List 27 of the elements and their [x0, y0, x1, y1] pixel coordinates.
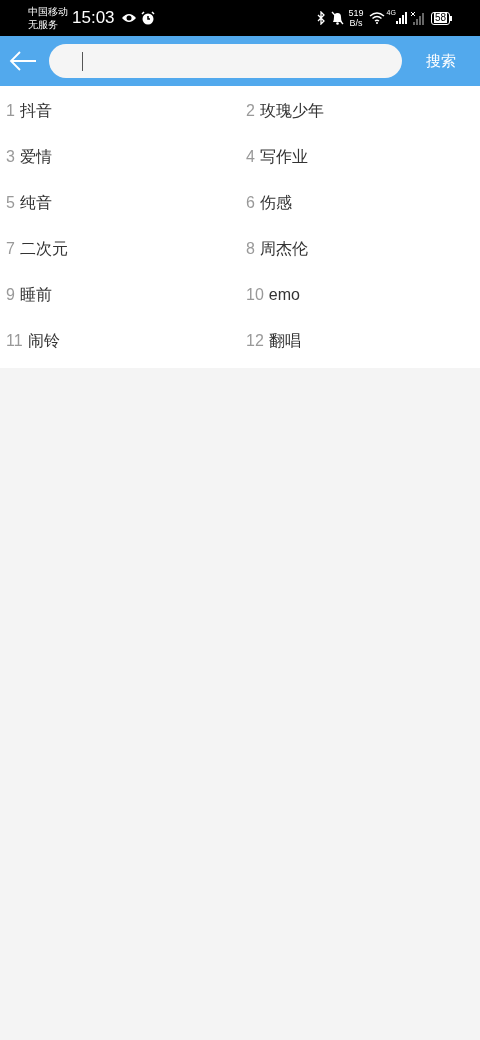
no-signal-icon [410, 11, 425, 25]
hot-search-item[interactable]: 10 emo [240, 272, 480, 318]
speed-unit-text: B/s [349, 18, 363, 28]
hot-search-item[interactable]: 9 睡前 [0, 272, 240, 318]
hot-search-item[interactable]: 4 写作业 [240, 134, 480, 180]
clock-text: 15:03 [72, 7, 115, 30]
hot-search-item[interactable]: 12 翻唱 [240, 318, 480, 364]
speed-text: 519 [348, 8, 364, 18]
hot-search-item[interactable]: 8 周杰伦 [240, 226, 480, 272]
alarm-icon [140, 11, 155, 25]
hot-search-item[interactable]: 1 抖音 [0, 88, 240, 134]
hot-search-item[interactable]: 2 玫瑰少年 [240, 88, 480, 134]
eye-icon [120, 12, 137, 24]
battery-text: 58 [433, 13, 447, 23]
muted-bell-icon [330, 11, 344, 25]
signal-icon [395, 12, 408, 24]
carrier-text: 中国移动 [28, 5, 68, 18]
hot-search-item[interactable]: 7 二次元 [0, 226, 240, 272]
hot-search-item[interactable]: 6 伤感 [240, 180, 480, 226]
hot-search-item[interactable]: 11 闹铃 [0, 318, 240, 364]
wifi-icon [368, 12, 385, 24]
hot-search-item[interactable]: 3 爱情 [0, 134, 240, 180]
back-arrow-icon [9, 51, 37, 71]
bluetooth-icon [316, 11, 326, 25]
hot-search-item[interactable]: 5 纯音 [0, 180, 240, 226]
service-text: 无服务 [28, 18, 59, 31]
search-field[interactable] [49, 44, 402, 78]
